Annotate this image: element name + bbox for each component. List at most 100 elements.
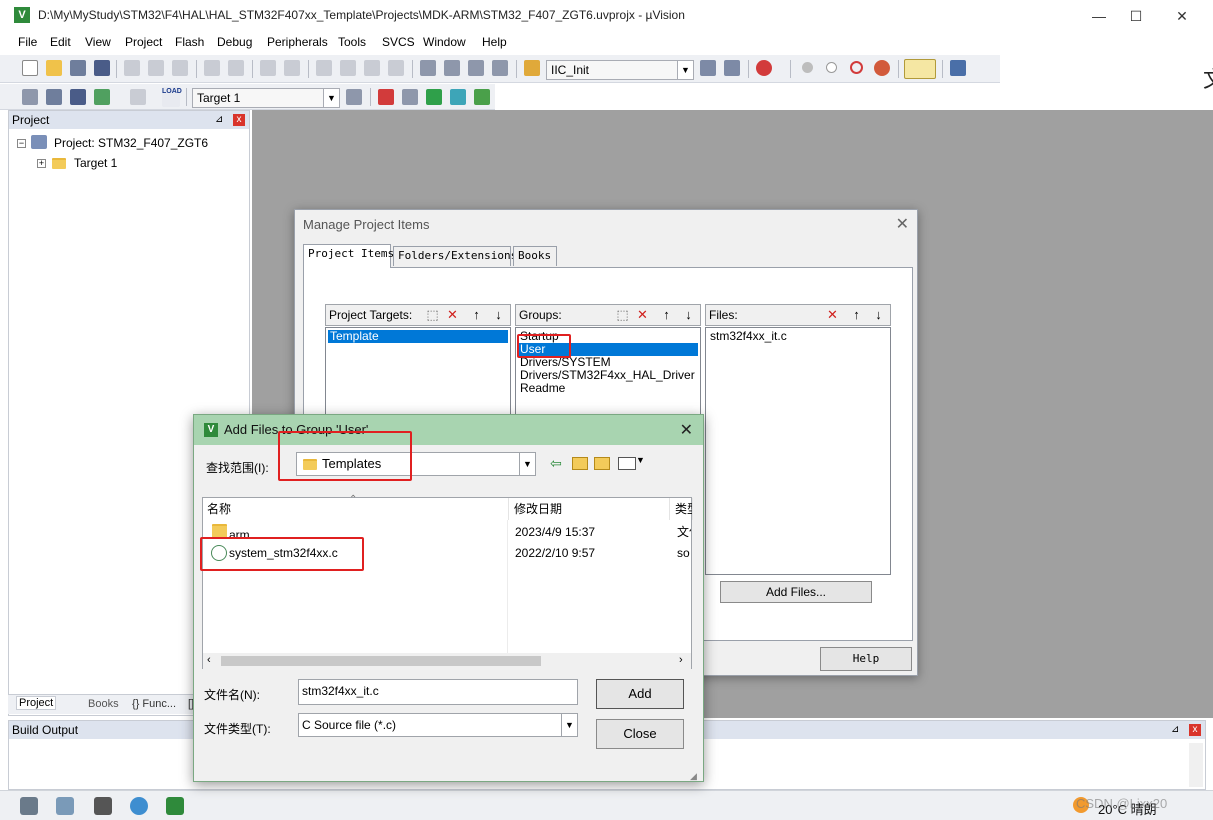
incremental-find-icon[interactable] (724, 60, 740, 76)
undo-icon[interactable] (204, 60, 220, 76)
build-icon[interactable] (46, 89, 62, 105)
pack-installer-icon[interactable] (426, 89, 442, 105)
new-item-icon[interactable]: ⬚ (614, 307, 631, 323)
delete-icon[interactable]: ✕ (444, 307, 461, 323)
close-button[interactable]: ✕ (1159, 2, 1205, 30)
list-item[interactable]: Template (328, 330, 508, 343)
resize-grip-icon[interactable]: ◢ (690, 771, 697, 782)
menu-project[interactable]: Project (125, 35, 162, 49)
debug-session-icon[interactable] (756, 60, 772, 76)
up-folder-icon[interactable] (572, 457, 588, 470)
uncomment-icon[interactable] (492, 60, 508, 76)
wrench-icon[interactable] (950, 60, 966, 76)
tab-books[interactable]: Books (88, 698, 119, 710)
breakpoint-icon[interactable] (802, 62, 813, 73)
files-list[interactable]: stm32f4xx_it.c (705, 327, 891, 575)
filetype-combo[interactable]: C Source file (*.c) ▼ (298, 713, 578, 737)
menu-view[interactable]: View (85, 35, 111, 49)
batch-build-icon[interactable] (94, 89, 110, 105)
delete-icon[interactable]: ✕ (634, 307, 651, 323)
close-dialog-button[interactable]: Close (596, 719, 684, 749)
arrow-down-icon[interactable]: ↓ (680, 307, 697, 323)
find-in-files-icon[interactable] (524, 60, 540, 76)
tab-functions[interactable]: {} Func... (132, 698, 176, 710)
tools-icon[interactable] (20, 797, 38, 815)
menu-debug[interactable]: Debug (217, 35, 252, 49)
run-time-environment-icon[interactable] (450, 89, 466, 105)
arrow-down-icon[interactable]: ↓ (490, 307, 507, 323)
tab-books[interactable]: Books (513, 246, 557, 266)
chevron-right-icon[interactable]: › (679, 654, 683, 666)
tab-project-items[interactable]: Project Items (303, 244, 394, 268)
new-item-icon[interactable]: ⬚ (424, 307, 441, 323)
target-combo[interactable]: Target 1 ▼ (192, 88, 340, 108)
save-all-icon[interactable] (94, 60, 110, 76)
menu-tools[interactable]: Tools (338, 35, 366, 49)
tab-folders-extensions[interactable]: Folders/Extensions (393, 246, 517, 266)
gear-icon[interactable] (94, 797, 112, 815)
breakpoint-disable-icon[interactable] (826, 62, 837, 73)
bookmark-clear-icon[interactable] (388, 60, 404, 76)
target-options-icon[interactable] (346, 89, 362, 105)
close-icon[interactable]: ✕ (896, 214, 909, 234)
nav-forward-icon[interactable] (284, 60, 300, 76)
list-item[interactable]: Readme (518, 382, 565, 395)
chevron-down-icon[interactable]: ▼ (636, 455, 645, 465)
copy-icon[interactable] (148, 60, 164, 76)
close-icon[interactable]: x (233, 114, 245, 126)
menu-peripherals[interactable]: Peripherals (267, 35, 328, 49)
bookmark-icon[interactable] (316, 60, 332, 76)
menu-edit[interactable]: Edit (50, 35, 71, 49)
cloud-icon[interactable] (130, 797, 148, 815)
menu-help[interactable]: Help (482, 35, 507, 49)
comment-icon[interactable] (468, 60, 484, 76)
column-date[interactable]: 修改日期 (510, 498, 670, 520)
chevron-down-icon[interactable]: ▼ (519, 453, 535, 475)
arrow-up-icon[interactable]: ↑ (468, 307, 485, 323)
rebuild-icon[interactable] (70, 89, 86, 105)
new-file-icon[interactable] (22, 60, 38, 76)
chevron-left-icon[interactable]: ‹ (207, 654, 211, 666)
manage-project-items-icon[interactable] (378, 89, 394, 105)
arrow-up-icon[interactable]: ↑ (658, 307, 675, 323)
horizontal-scrollbar[interactable]: ‹ › (203, 653, 691, 669)
arrow-up-icon[interactable]: ↑ (848, 307, 865, 323)
add-files-button[interactable]: Add Files... (720, 581, 872, 603)
maximize-button[interactable]: ☐ (1113, 2, 1159, 30)
uvision-taskbar-icon[interactable] (166, 797, 184, 815)
build-output-scrollbar[interactable] (1189, 743, 1203, 787)
list-item[interactable]: stm32f4xx_it.c (708, 330, 787, 343)
download-icon[interactable]: LOAD (162, 87, 182, 107)
nav-back-icon[interactable] (260, 60, 276, 76)
arrow-down-icon[interactable]: ↓ (870, 307, 887, 323)
add-button[interactable]: Add (596, 679, 684, 709)
paste-icon[interactable] (172, 60, 188, 76)
scrollbar-thumb[interactable] (221, 656, 541, 666)
tree-expand-icon[interactable]: + (37, 159, 46, 168)
translate-icon[interactable] (22, 89, 38, 105)
window-layout-icon[interactable] (904, 59, 936, 79)
menu-flash[interactable]: Flash (175, 35, 204, 49)
close-icon[interactable]: x (1189, 724, 1201, 736)
pin-icon[interactable]: ⊿ (1171, 721, 1179, 739)
menu-window[interactable]: Window (423, 35, 466, 49)
tab-project[interactable]: Project (16, 696, 57, 710)
pin-icon[interactable]: ⊿ (215, 111, 223, 129)
breakpoint-kill-all-icon[interactable] (874, 60, 890, 76)
filename-input[interactable]: stm32f4xx_it.c (298, 679, 578, 705)
targets-list[interactable]: Template (325, 327, 511, 417)
function-combo[interactable]: IIC_Init ▼ (546, 60, 694, 80)
tree-project-root[interactable]: Project: STM32_F407_ZGT6 (54, 136, 208, 150)
back-icon[interactable]: ⇦ (550, 455, 562, 472)
new-folder-icon[interactable] (594, 457, 610, 470)
select-packs-icon[interactable] (402, 89, 418, 105)
view-menu-icon[interactable] (618, 457, 636, 470)
menu-file[interactable]: File (18, 35, 37, 49)
breakpoint-disable-all-icon[interactable] (850, 61, 863, 74)
redo-icon[interactable] (228, 60, 244, 76)
indent-icon[interactable] (420, 60, 436, 76)
close-icon[interactable]: ✕ (680, 420, 693, 440)
bookmark-next-icon[interactable] (364, 60, 380, 76)
tree-target-1[interactable]: Target 1 (74, 156, 117, 170)
save-icon[interactable] (70, 60, 86, 76)
